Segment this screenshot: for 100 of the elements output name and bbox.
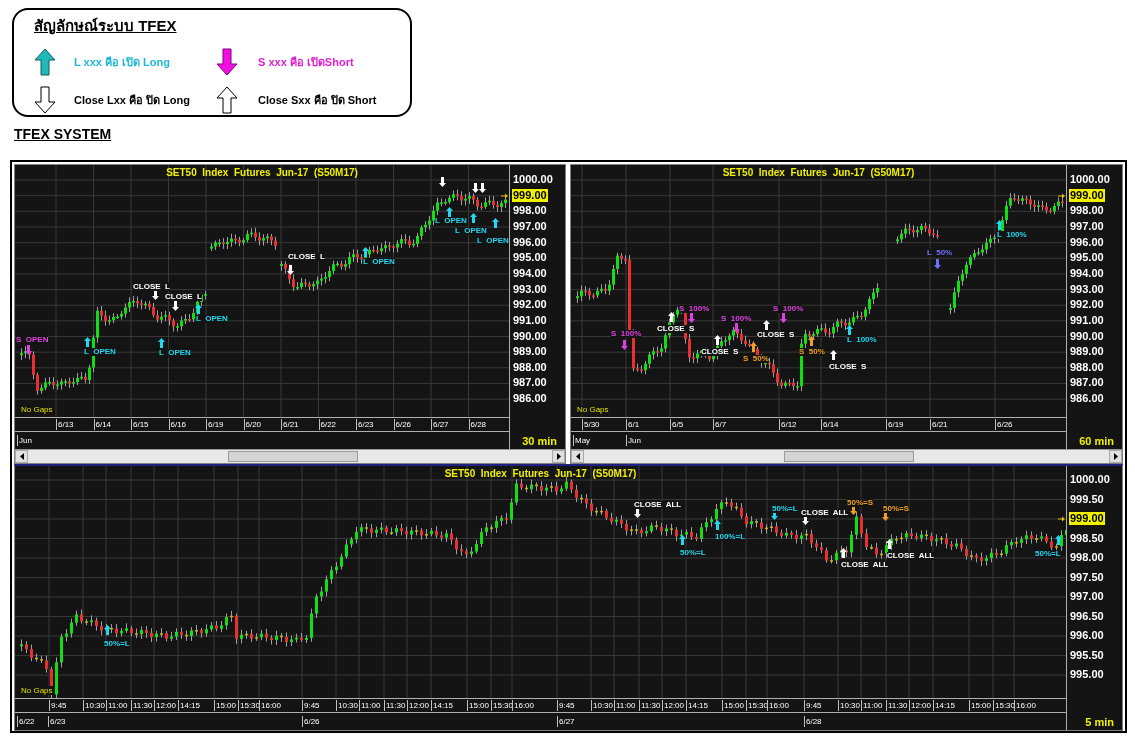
- time-axis-label: 10:30: [336, 700, 359, 711]
- price-label: 996.50: [1069, 609, 1105, 623]
- down-arrow-icon: [216, 48, 238, 76]
- price-label: 991.00: [512, 313, 548, 327]
- time-axis-label: 6/14: [93, 419, 112, 430]
- signal-label: S 100%: [773, 305, 804, 313]
- price-label: 999.00: [1069, 188, 1105, 202]
- time-axis-label: 16:00: [1014, 700, 1037, 711]
- time-axis-label: 11:30: [384, 700, 406, 711]
- time-axis-label: 6/16: [168, 419, 187, 430]
- time-axis-label: 6/20: [243, 419, 262, 430]
- price-label: 986.00: [1069, 392, 1105, 406]
- price-label: 989.00: [512, 345, 548, 359]
- price-label: 993.00: [512, 282, 548, 296]
- price-label: 999.00: [512, 188, 548, 202]
- price-label: 996.00: [1069, 235, 1105, 249]
- signal-label: CLOSE L: [288, 253, 325, 261]
- legend-text: Close Lxx คือ ปิด Long: [74, 93, 190, 108]
- scrollbar-thumb[interactable]: [228, 451, 358, 462]
- time-axis-label: 6/19: [206, 419, 224, 430]
- price-label: 987.00: [1069, 376, 1105, 390]
- signal-label: 50%=L: [772, 505, 798, 513]
- time-axis-label: 15:30: [491, 700, 514, 711]
- signal-label: L 50%: [927, 249, 953, 257]
- time-axis-label: 16:00: [259, 700, 282, 711]
- price-label: 990.00: [1069, 329, 1105, 343]
- signal-label: CLOSE ALL: [887, 552, 935, 560]
- price-label: 997.00: [1069, 590, 1105, 603]
- price-label: 998.00: [1069, 551, 1105, 564]
- time-axis-label: 14:15: [933, 700, 956, 711]
- time-axis-label: 11:00: [861, 700, 883, 711]
- price-label: 996.00: [512, 235, 548, 249]
- scrollbar[interactable]: [571, 449, 1122, 463]
- price-label: 998.00: [1069, 204, 1105, 218]
- price-label: 1000.00: [512, 173, 554, 186]
- time-axis-label: 15:00: [969, 700, 992, 711]
- right-arrow-icon: [1058, 516, 1065, 522]
- time-axis-label: 6/13: [56, 419, 74, 430]
- scroll-left-icon[interactable]: [15, 450, 28, 463]
- time-axis-label: 15:30: [238, 700, 261, 711]
- time-axis-label: 11:30: [886, 700, 908, 711]
- price-label: 994.00: [1069, 266, 1105, 280]
- signal-label: S 100%: [611, 330, 642, 338]
- price-label: 996.00: [1069, 629, 1105, 642]
- up-arrow-icon: [34, 48, 56, 76]
- price-label: 995.00: [1069, 668, 1105, 681]
- signal-label: CLOSE S: [757, 331, 795, 339]
- legend-text: L xxx คือ เปิด Long: [74, 55, 170, 70]
- price-label: 997.00: [1069, 219, 1105, 233]
- time-axis-label: 15:30: [746, 700, 769, 711]
- time-axis-label: 6/21: [281, 419, 299, 430]
- time-axis-label: 6/1: [626, 419, 640, 430]
- right-arrow-icon: [1058, 192, 1065, 199]
- signal-label: L 100%: [997, 231, 1027, 239]
- time-axis-label: 12:00: [407, 700, 430, 711]
- chart-note: No Gaps: [21, 686, 53, 695]
- time-axis-label: 12:00: [662, 700, 685, 711]
- signal-label: S OPEN: [16, 336, 49, 344]
- price-label: 1000.00: [1069, 173, 1111, 186]
- scroll-left-icon[interactable]: [571, 450, 584, 463]
- time-axis-label: 14:15: [686, 700, 709, 711]
- price-label: 990.00: [512, 329, 548, 343]
- down-arrow-icon: [34, 86, 56, 114]
- time-axis-label: 6/15: [131, 419, 149, 430]
- signal-label: 50%=S: [883, 505, 910, 513]
- price-label: 995.50: [1069, 648, 1105, 662]
- price-label: 998.50: [1069, 531, 1105, 545]
- time-axis-label: 6/26: [995, 419, 1013, 430]
- scrollbar-thumb[interactable]: [784, 451, 914, 462]
- scroll-right-icon[interactable]: [1109, 450, 1122, 463]
- scrollbar[interactable]: [15, 449, 565, 463]
- scroll-right-icon[interactable]: [552, 450, 565, 463]
- time-axis-label: 6/19: [886, 419, 904, 430]
- time-axis-label: 6/22: [318, 419, 337, 430]
- price-label: 999.50: [1069, 492, 1105, 506]
- time-axis-label: 11:00: [614, 700, 636, 711]
- chart-note: No Gaps: [21, 405, 53, 414]
- signal-label: CLOSE S: [701, 348, 739, 356]
- price-label: 994.00: [512, 266, 548, 280]
- price-label: 995.00: [512, 251, 548, 265]
- signal-label: L OPEN: [159, 349, 191, 357]
- signal-label: S 50%: [743, 355, 769, 363]
- price-label: 986.00: [512, 392, 548, 406]
- time-axis-label: 16:00: [767, 700, 790, 711]
- time-axis-label: 9:45: [302, 700, 320, 711]
- signal-label: CLOSE L: [133, 283, 170, 291]
- time-axis-label: 5/30: [582, 419, 600, 430]
- price-label: 992.00: [1069, 298, 1105, 312]
- interval-label: 60 min: [1079, 435, 1115, 449]
- signal-label: CLOSE L: [165, 293, 202, 301]
- period-axis-label: Jun: [17, 435, 32, 446]
- signal-label: 50%=L: [680, 549, 706, 557]
- price-label: 998.00: [512, 204, 548, 218]
- signal-label: L OPEN: [455, 227, 487, 235]
- signal-label: L OPEN: [477, 237, 509, 245]
- time-axis-label: 10:30: [591, 700, 614, 711]
- price-label: 989.00: [1069, 345, 1105, 359]
- legend-title: สัญลักษณ์ระบบ TFEX: [34, 16, 177, 37]
- time-axis-label: 14:15: [431, 700, 454, 711]
- time-axis-label: 15:00: [214, 700, 237, 711]
